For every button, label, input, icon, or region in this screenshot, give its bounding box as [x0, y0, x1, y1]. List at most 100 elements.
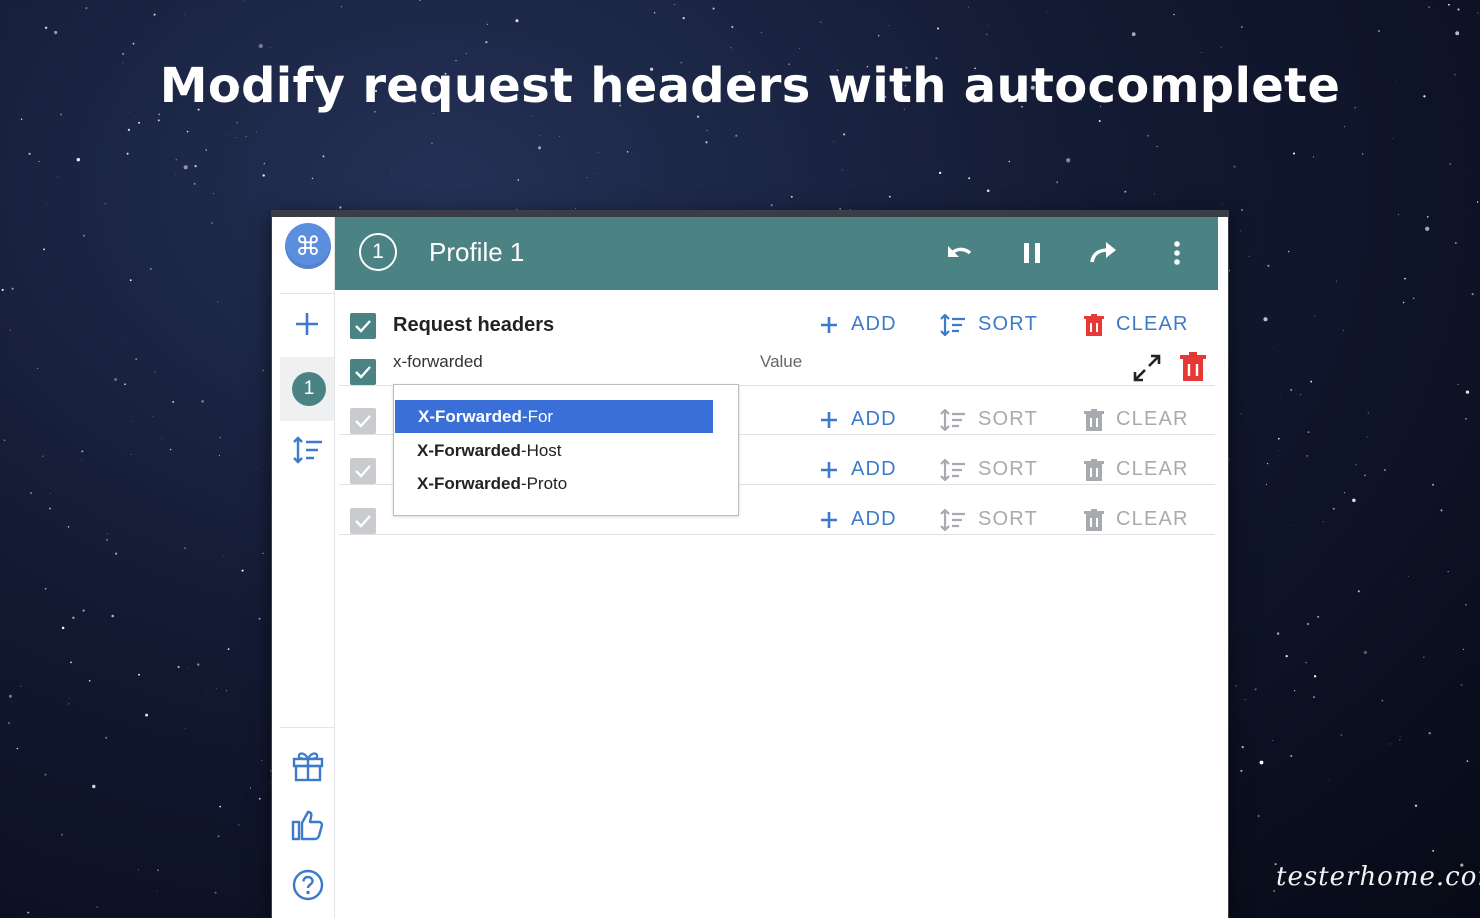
profile-title[interactable]: Profile 1	[429, 237, 524, 268]
star	[1305, 661, 1307, 664]
star	[968, 177, 971, 180]
sort-headers-button[interactable]: SORT	[940, 313, 1038, 336]
star	[539, 135, 541, 137]
request-headers-checkbox[interactable]	[350, 313, 376, 339]
autocomplete-option[interactable]: X-Forwarded -Host	[394, 434, 712, 467]
sort-label: SORT	[978, 458, 1038, 480]
section-2-add-button[interactable]: ADD	[819, 408, 897, 431]
star	[833, 141, 835, 142]
star	[1266, 462, 1269, 465]
section-4-sort-button[interactable]: SORT	[940, 508, 1038, 531]
add-header-button[interactable]: ADD	[819, 313, 897, 336]
section-4-clear-button[interactable]: CLEAR	[1084, 508, 1189, 531]
star	[1235, 685, 1238, 687]
star	[1, 288, 4, 291]
header-profile-badge[interactable]: 1	[359, 233, 397, 271]
star	[1465, 417, 1467, 420]
section-3-sort-button[interactable]: SORT	[940, 458, 1038, 481]
header-entry-checkbox[interactable]	[350, 359, 376, 385]
star	[68, 703, 70, 705]
star	[575, 207, 576, 209]
star	[1464, 603, 1467, 606]
star	[1423, 656, 1425, 658]
star	[114, 378, 117, 381]
star	[878, 35, 880, 37]
star	[1287, 250, 1290, 253]
add-label: ADD	[851, 458, 897, 480]
star	[1428, 6, 1430, 8]
star	[1322, 521, 1324, 523]
star	[137, 673, 141, 676]
star	[194, 164, 197, 168]
star	[1383, 469, 1386, 471]
star	[1427, 216, 1429, 218]
sort-icon[interactable]	[292, 435, 324, 465]
sort-label: SORT	[978, 408, 1038, 430]
star	[1220, 46, 1222, 48]
star	[1462, 648, 1465, 651]
star	[1131, 32, 1136, 37]
star	[88, 680, 91, 682]
star	[20, 685, 22, 687]
plus-icon[interactable]	[293, 310, 321, 338]
star	[1352, 498, 1356, 503]
redo-icon[interactable]	[1086, 235, 1122, 271]
add-label: ADD	[851, 313, 897, 335]
section-2-sort-button[interactable]: SORT	[940, 408, 1038, 431]
gift-icon[interactable]	[290, 747, 326, 783]
star	[105, 736, 108, 739]
star	[1124, 190, 1127, 193]
star	[129, 279, 132, 282]
star	[1313, 696, 1315, 699]
header-name-input[interactable]: x-forwarded	[393, 352, 483, 372]
star	[255, 131, 257, 133]
star	[839, 207, 842, 210]
star	[770, 204, 773, 207]
header-profile-number: 1	[372, 240, 384, 263]
option-match: X-Forwarded	[417, 440, 521, 460]
header-value-input[interactable]: Value	[760, 352, 802, 372]
star	[1392, 138, 1394, 139]
undo-icon[interactable]	[942, 235, 978, 271]
star	[184, 727, 186, 729]
star	[431, 142, 433, 144]
section-3-add-button[interactable]: ADD	[819, 458, 897, 481]
star	[218, 454, 220, 456]
clear-headers-button[interactable]: CLEAR	[1084, 313, 1189, 336]
star	[1399, 736, 1401, 738]
star	[1457, 8, 1460, 11]
thumbs-up-icon[interactable]	[290, 807, 326, 843]
profile-1-badge[interactable]: 1	[292, 372, 326, 406]
section-3-clear-button[interactable]: CLEAR	[1084, 458, 1189, 481]
clear-label: CLEAR	[1116, 313, 1189, 335]
more-vert-icon[interactable]	[1159, 235, 1195, 271]
section-2-clear-button[interactable]: CLEAR	[1084, 408, 1189, 431]
help-icon[interactable]	[291, 868, 325, 902]
clear-label: CLEAR	[1116, 508, 1189, 530]
star	[653, 12, 656, 14]
section-4-checkbox[interactable]	[350, 508, 376, 534]
section-3-checkbox[interactable]	[350, 458, 376, 484]
star	[153, 13, 156, 16]
star	[712, 7, 715, 10]
page-headline: Modify request headers with autocomplete	[159, 58, 1341, 114]
star	[44, 773, 47, 776]
star	[1241, 745, 1244, 749]
star	[391, 171, 392, 173]
section-2-checkbox[interactable]	[350, 408, 376, 434]
star	[60, 833, 64, 836]
star	[258, 617, 261, 620]
autocomplete-option[interactable]: X-Forwarded -Proto	[394, 467, 712, 500]
star	[186, 130, 189, 133]
star	[1471, 293, 1474, 296]
pause-icon[interactable]	[1014, 235, 1050, 271]
section-4-add-button[interactable]: ADD	[819, 508, 897, 531]
expand-icon[interactable]	[1131, 352, 1163, 384]
star	[184, 547, 186, 549]
star	[132, 42, 135, 45]
delete-header-icon[interactable]	[1180, 352, 1206, 382]
star	[705, 141, 708, 144]
star	[161, 438, 162, 440]
autocomplete-option[interactable]: X-Forwarded -For	[395, 400, 713, 433]
star	[674, 3, 676, 6]
